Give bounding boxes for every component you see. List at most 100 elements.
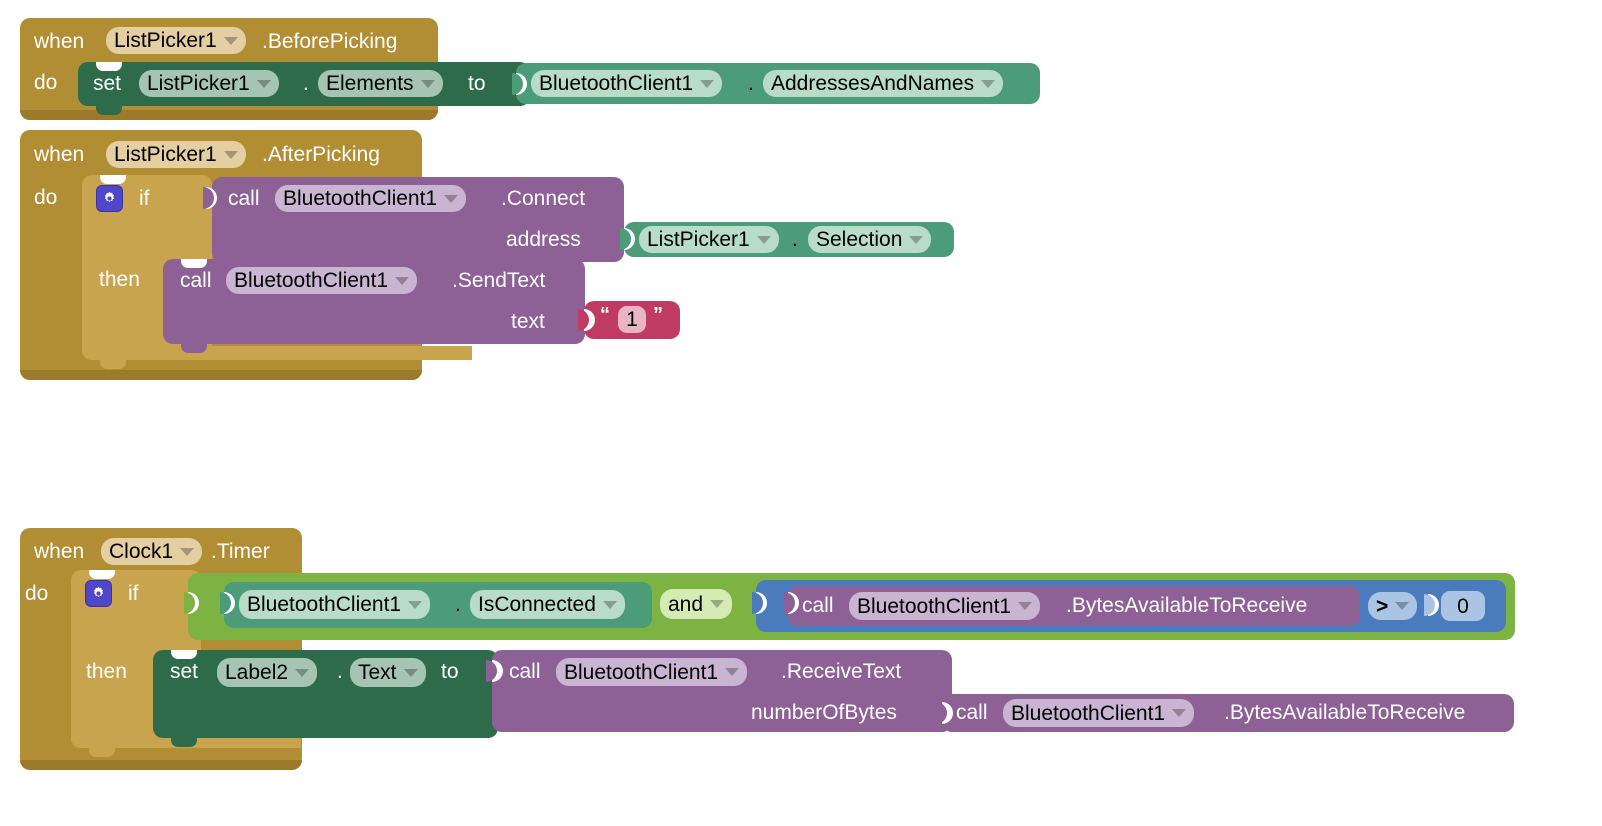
number-value: 0 (1457, 594, 1469, 618)
when-label-1: when (34, 30, 85, 53)
setter-component-dropdown-label2[interactable]: Label2 (217, 658, 318, 687)
chevron-down-icon-7[interactable] (444, 194, 459, 203)
mutator-gear-button-1[interactable] (96, 185, 123, 212)
method-component-dropdown-bluetoothclient1-3[interactable]: BluetoothClient1 (849, 592, 1041, 620)
method-name-label-1: .Connect (501, 187, 586, 210)
set-label-1: set (93, 72, 122, 95)
method-name-label-2: .SendText (452, 269, 546, 292)
arg-label-text: text (511, 310, 545, 333)
chevron-down-icon-14[interactable] (710, 600, 725, 608)
logic-operator-dropdown-and[interactable]: and (660, 589, 733, 619)
then-label-2: then (86, 660, 127, 683)
getter-property-label-1: AddressesAndNames (771, 72, 975, 95)
dot-separator-1: . (303, 72, 309, 95)
control-if-top-notch-2 (89, 570, 115, 579)
chevron-down-icon-10[interactable] (395, 276, 410, 285)
chevron-down-icon-15[interactable] (1018, 602, 1033, 610)
component-dropdown-label-1: ListPicker1 (114, 29, 217, 52)
if-label-2: if (128, 582, 139, 605)
chevron-down-icon-20[interactable] (1172, 709, 1187, 717)
setter-property-dropdown-text[interactable]: Text (350, 658, 426, 687)
chevron-down-icon-3[interactable] (420, 79, 435, 88)
component-dropdown-label-2: ListPicker1 (114, 143, 217, 166)
getter-component-label-1: BluetoothClient1 (539, 72, 694, 95)
chevron-down-icon-17[interactable] (295, 668, 310, 677)
getter-property-dropdown-addressesandnames[interactable]: AddressesAndNames (763, 70, 1004, 97)
method-component-dropdown-bluetoothclient1-1[interactable]: BluetoothClient1 (275, 185, 467, 212)
chevron-down-icon-9[interactable] (909, 235, 924, 244)
chevron-down-icon-11[interactable] (180, 547, 195, 556)
sendtext-bottom-notch (181, 344, 207, 353)
chevron-down-icon-4[interactable] (700, 79, 715, 88)
chevron-down-icon-6[interactable] (223, 150, 238, 159)
setter-top-notch-2 (171, 650, 197, 659)
setter-property-label-2: Text (358, 661, 397, 684)
call-label-3: call (802, 594, 834, 617)
gear-icon-2 (93, 586, 104, 598)
method-component-label-4: BluetoothClient1 (564, 660, 719, 684)
setter-component-dropdown-listpicker1[interactable]: ListPicker1 (139, 70, 279, 97)
dot-separator-3: . (792, 228, 798, 251)
arg-label-numberofbytes: numberOfBytes (751, 701, 897, 724)
setter-property-dropdown-elements[interactable]: Elements (318, 70, 443, 97)
method-component-dropdown-bluetoothclient1-4[interactable]: BluetoothClient1 (556, 658, 748, 686)
mutator-gear-button-2[interactable] (85, 580, 112, 607)
method-component-dropdown-bluetoothclient1-5[interactable]: BluetoothClient1 (1003, 699, 1195, 727)
dot-separator-5: . (337, 660, 343, 683)
sendtext-top-notch (181, 259, 207, 268)
chevron-down-icon-2[interactable] (256, 79, 271, 88)
number-input-zero[interactable]: 0 (1441, 591, 1485, 621)
component-dropdown-label-3: Clock1 (109, 540, 174, 563)
getter-component-dropdown-bluetoothclient1-2[interactable]: BluetoothClient1 (239, 590, 431, 619)
component-dropdown-listpicker1-2[interactable]: ListPicker1 (106, 141, 246, 168)
event-name-label-1: .BeforePicking (262, 30, 398, 53)
call-label-4: call (509, 660, 541, 683)
close-quote-label: ” (653, 304, 663, 326)
method-component-label-1: BluetoothClient1 (283, 187, 438, 210)
call-label-5: call (956, 701, 988, 724)
event-block-shadow-3 (20, 760, 302, 770)
method-component-dropdown-bluetoothclient1-2[interactable]: BluetoothClient1 (226, 267, 418, 294)
event-block-shadow-1 (20, 110, 438, 120)
setter-component-label-1: ListPicker1 (147, 72, 250, 95)
do-label-1: do (34, 71, 58, 94)
getter-component-dropdown-bluetoothclient1-1[interactable]: BluetoothClient1 (531, 70, 723, 97)
chevron-down-icon-13[interactable] (602, 600, 617, 609)
chevron-down-icon-12[interactable] (408, 600, 423, 609)
method-component-label-3: BluetoothClient1 (857, 594, 1012, 618)
arg-label-address: address (506, 228, 581, 251)
do-label-2: do (34, 186, 58, 209)
open-quote-label: “ (600, 304, 610, 326)
dot-separator-2: . (748, 72, 754, 95)
do-label-3: do (25, 582, 49, 605)
math-operator-dropdown-gt[interactable]: > (1368, 592, 1418, 620)
control-if-bottom-notch-1 (100, 360, 126, 369)
text-string-input-1[interactable]: 1 (618, 306, 646, 333)
setter-top-notch-1 (96, 62, 122, 71)
call-label-2: call (180, 269, 212, 292)
to-label-2: to (441, 660, 459, 683)
getter-component-dropdown-listpicker1-1[interactable]: ListPicker1 (639, 226, 779, 253)
event-name-label-3: .Timer (211, 540, 270, 563)
setter-bottom-notch-2 (171, 738, 197, 747)
setter-property-label-1: Elements (326, 72, 414, 95)
method-component-label-5: BluetoothClient1 (1011, 701, 1166, 725)
setter-component-label-2: Label2 (225, 661, 289, 684)
event-block-shadow-2 (20, 370, 422, 380)
component-dropdown-listpicker1-1[interactable]: ListPicker1 (106, 27, 246, 54)
method-component-label-2: BluetoothClient1 (234, 269, 389, 292)
chevron-down-icon-16[interactable] (1395, 602, 1410, 610)
getter-property-dropdown-isconnected[interactable]: IsConnected (470, 590, 625, 619)
event-name-label-2: .AfterPicking (262, 143, 380, 166)
chevron-down-icon-18[interactable] (403, 668, 418, 677)
chevron-down-icon-19[interactable] (725, 668, 740, 676)
chevron-down-icon-5[interactable] (981, 79, 996, 88)
chevron-down-icon-1[interactable] (223, 36, 238, 45)
method-name-label-4: .ReceiveText (781, 660, 902, 683)
text-string-value: 1 (626, 308, 638, 331)
component-dropdown-clock1[interactable]: Clock1 (101, 538, 203, 565)
when-label-3: when (34, 540, 85, 563)
dot-separator-4: . (455, 593, 461, 616)
chevron-down-icon-8[interactable] (756, 235, 771, 244)
getter-property-dropdown-selection[interactable]: Selection (808, 226, 932, 253)
